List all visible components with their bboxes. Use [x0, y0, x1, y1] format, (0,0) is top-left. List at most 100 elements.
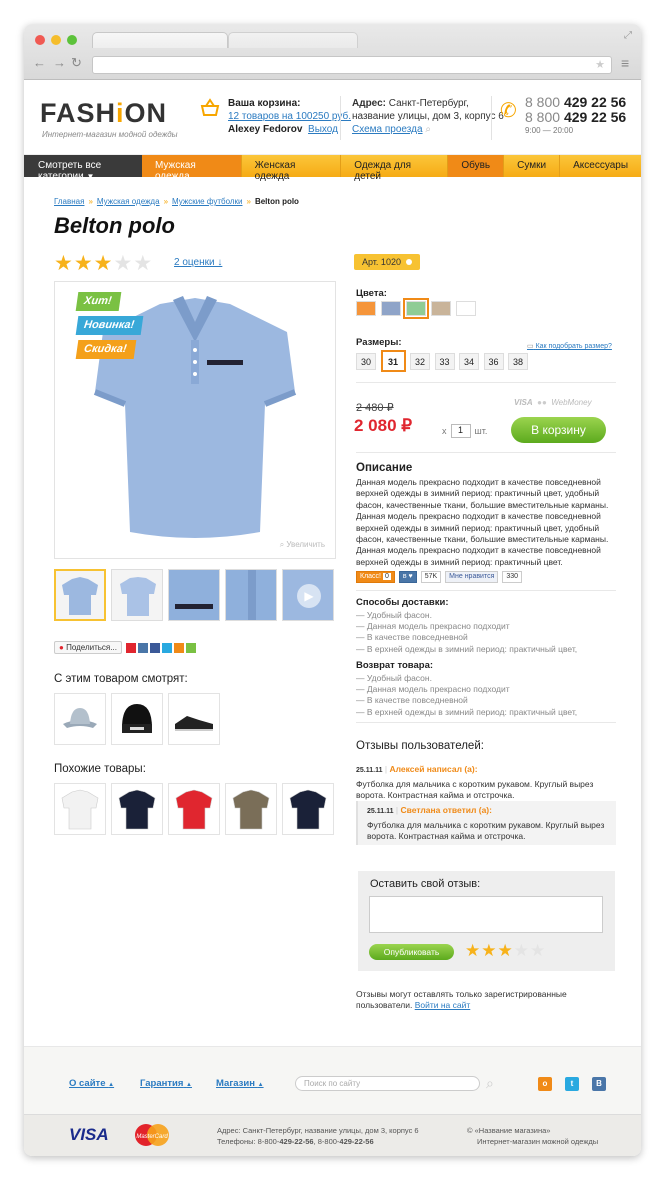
vk-icon[interactable] [137, 642, 148, 653]
video-thumbnail[interactable]: ▶ [282, 569, 334, 621]
similar-item[interactable] [111, 783, 163, 835]
bookmark-star-icon[interactable]: ★ [595, 58, 605, 71]
ok-class-button[interactable]: Класс! 0 [356, 571, 395, 583]
size-option[interactable]: 30 [356, 353, 376, 370]
star-icon[interactable]: ★ [94, 253, 113, 274]
color-swatch[interactable] [356, 301, 376, 316]
bucket-hat-item[interactable] [54, 693, 106, 745]
size-option[interactable]: 38 [508, 353, 528, 370]
odnoklassniki-icon[interactable]: o [538, 1077, 552, 1091]
logo-text-b: ON [124, 98, 168, 128]
facebook-icon[interactable] [149, 642, 160, 653]
add-to-cart-button[interactable]: В корзину [511, 417, 606, 443]
color-swatch[interactable] [456, 301, 476, 316]
star-icon[interactable]: ★ [465, 941, 480, 961]
thumbnail[interactable] [54, 569, 106, 621]
phone2-number: 429 22 56 [563, 109, 627, 125]
breadcrumb-tshirts[interactable]: Мужские футболки [172, 197, 242, 206]
footer-copyright: © «Название магазина» Интернет-магазин м… [467, 1125, 598, 1147]
share-button[interactable]: ● Поделиться... [54, 641, 122, 654]
size-option[interactable]: 32 [410, 353, 430, 370]
footer-link-shop[interactable]: Магазин ▲ [216, 1078, 264, 1089]
review-textarea[interactable] [369, 896, 603, 933]
similar-item[interactable] [54, 783, 106, 835]
size-option[interactable]: 33 [434, 353, 455, 370]
login-link[interactable]: Войти на сайт [415, 1000, 471, 1010]
star-icon[interactable]: ★ [113, 253, 132, 274]
breadcrumb-mens[interactable]: Мужская одежда [97, 197, 160, 206]
star-icon[interactable]: ★ [54, 253, 73, 274]
twitter-icon[interactable] [161, 642, 172, 653]
menu-item-womens[interactable]: Женская одежда [242, 155, 342, 182]
shoe-item[interactable] [168, 693, 220, 745]
star-icon[interactable]: ★ [514, 941, 529, 961]
forward-icon[interactable]: → [53, 55, 66, 70]
maximize-window-icon[interactable] [67, 35, 77, 45]
breadcrumb-home[interactable]: Главная [54, 197, 84, 206]
delivery-title: Способы доставки: [356, 597, 449, 608]
star-icon[interactable]: ★ [133, 253, 152, 274]
similar-item[interactable] [168, 783, 220, 835]
zoom-button[interactable]: ⌕ Увеличить [280, 540, 325, 550]
menu-item-accessories[interactable]: Аксессуары [560, 155, 641, 177]
color-swatch[interactable] [381, 301, 401, 316]
menu-item-bags[interactable]: Сумки [504, 155, 561, 177]
size-option[interactable]: 31 [380, 350, 406, 372]
star-icon[interactable]: ★ [530, 941, 545, 961]
star-icon[interactable]: ★ [481, 941, 496, 961]
more-share-icon[interactable] [185, 642, 196, 653]
reload-icon[interactable]: ↻ [71, 55, 82, 71]
footer-bottom: VISA MasterCard Адрес: Санкт-Петербург, … [24, 1114, 641, 1156]
footer-link-about[interactable]: О сайте ▲ [69, 1078, 114, 1089]
size-option[interactable]: 36 [483, 353, 504, 370]
cart-summary-link[interactable]: 12 товаров на 100250 руб. [228, 111, 351, 122]
beanie-item[interactable] [111, 693, 163, 745]
size-help-link[interactable]: ▭ Как подобрать размер? [527, 342, 612, 350]
menu-item-kids[interactable]: Одежда для детей [341, 155, 449, 182]
vk-like-button[interactable]: в ♥ [398, 571, 417, 583]
minimize-window-icon[interactable] [51, 35, 61, 45]
thumbnail[interactable] [111, 569, 163, 621]
rating-stars[interactable]: ★ ★ ★ ★ ★ [54, 253, 153, 274]
menu-item-shoes[interactable]: Обувь [448, 155, 505, 177]
quantity-input[interactable]: 1 [450, 424, 471, 438]
odnoklassniki-icon[interactable] [173, 642, 184, 653]
address-bar[interactable]: ★ [92, 56, 612, 74]
browser-tab[interactable] [228, 32, 358, 48]
back-icon[interactable]: ← [33, 55, 46, 70]
basket-icon[interactable] [200, 98, 220, 118]
search-icon[interactable]: ⌕ [486, 1075, 494, 1092]
review-rating-stars[interactable]: ★ ★ ★ ★ ★ [465, 941, 546, 961]
review-author: Алексей написал (а): [389, 764, 478, 774]
thumbnail[interactable] [225, 569, 277, 621]
menu-icon[interactable]: ≡ [621, 55, 629, 71]
color-swatch[interactable] [431, 301, 451, 316]
star-icon[interactable]: ★ [74, 253, 93, 274]
all-categories-button[interactable]: Смотреть все категории ▼ [24, 155, 142, 182]
similar-item[interactable] [225, 783, 277, 835]
sale-label: Скидка! [75, 340, 136, 359]
ratings-count-link[interactable]: 2 оценки ↓ [174, 257, 222, 268]
thumbnail[interactable] [168, 569, 220, 621]
description-title: Описание [356, 462, 413, 474]
similar-item[interactable] [282, 783, 334, 835]
fullscreen-icon[interactable]: ⤢ [624, 30, 632, 41]
close-window-icon[interactable] [35, 35, 45, 45]
footer-link-guarantee[interactable]: Гарантия ▲ [140, 1078, 192, 1089]
menu-label: Обувь [461, 160, 491, 171]
size-option[interactable]: 34 [459, 353, 479, 370]
twitter-icon[interactable]: t [565, 1077, 579, 1091]
vk-icon[interactable]: B [592, 1077, 606, 1091]
fb-like-button[interactable]: Мне нравится [445, 571, 499, 583]
map-link[interactable]: Схема проезда [352, 124, 423, 135]
footer-search-input[interactable]: Поиск по сайту [295, 1076, 480, 1091]
logout-link[interactable]: Выход [308, 124, 338, 135]
color-swatch[interactable] [403, 298, 429, 319]
logo[interactable]: FASHiON [40, 98, 167, 129]
menu-item-mens[interactable]: Мужская одежда [141, 155, 242, 182]
browser-tab-active[interactable] [92, 32, 228, 48]
yandex-icon[interactable] [125, 642, 136, 653]
product-main-image[interactable]: Хит! Новинка! Скидка! ⌕ Увеличить [54, 281, 336, 559]
publish-button[interactable]: Опубликовать [369, 944, 454, 960]
star-icon[interactable]: ★ [498, 941, 513, 961]
